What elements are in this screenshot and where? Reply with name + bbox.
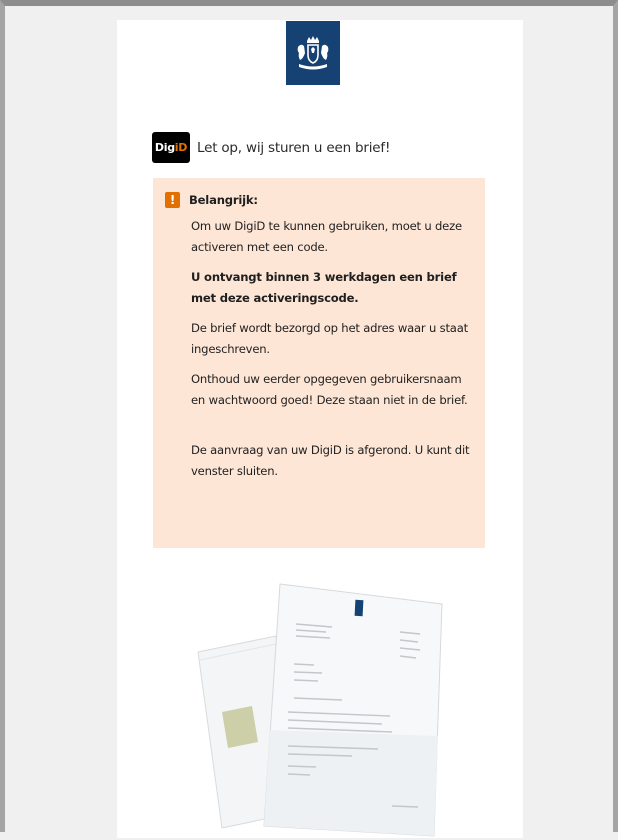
notice-title: Belangrijk: [189,192,258,207]
page-heading: Let op, wij sturen u een brief! [197,139,391,156]
coat-of-arms-icon [297,36,329,70]
digid-logo-text-white: Dig [154,141,175,154]
envelope-and-letter-image [197,583,443,837]
notice-header: ! Belangrijk: [165,190,473,210]
rijksoverheid-logo [286,21,340,85]
letter-icon [263,583,443,837]
digid-logo: Dig iD [152,132,190,163]
notice-paragraph-activation: Om uw DigiD te kunnen gebruiken, moet u … [191,219,462,254]
notice-paragraph-address: De brief wordt bezorgd op het adres waar… [191,321,468,356]
notice-paragraph-completed: De aanvraag van uw DigiD is afgerond. U … [191,443,470,478]
notice-body: Om uw DigiD te kunnen gebruiken, moet u … [191,216,473,482]
notice-paragraph-credentials: Onthoud uw eerder opgegeven gebruikersna… [191,372,468,407]
page-content: Dig iD Let op, wij sturen u een brief! ! … [117,20,523,838]
digid-heading-row: Dig iD Let op, wij sturen u een brief! [152,132,390,163]
browser-window: Dig iD Let op, wij sturen u een brief! ! … [0,0,618,838]
notice-paragraph-letter-days: U ontvangt binnen 3 werkdagen een brief … [191,270,457,305]
important-notice: ! Belangrijk: Om uw DigiD te kunnen gebr… [153,178,485,548]
digid-logo-text-orange: iD [174,141,188,154]
exclamation-icon: ! [165,192,180,208]
